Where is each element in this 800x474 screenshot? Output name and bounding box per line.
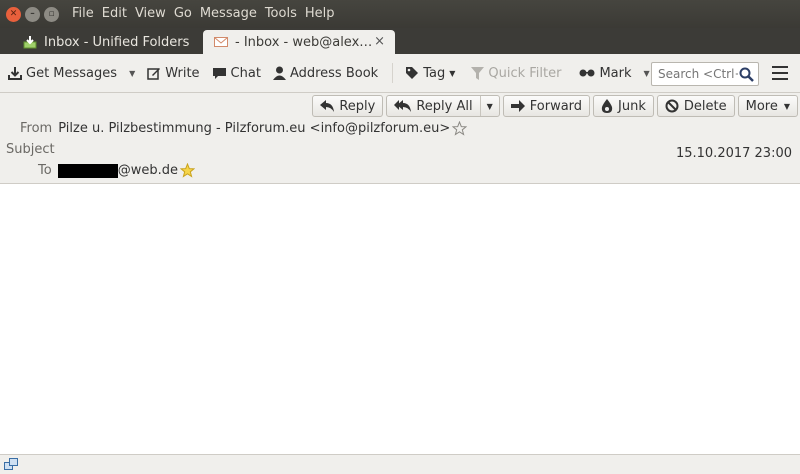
reply-all-arrow-icon <box>394 100 412 112</box>
reply-button[interactable]: Reply <box>312 95 384 117</box>
tag-icon <box>405 66 419 80</box>
search-box[interactable] <box>651 62 759 86</box>
star-outline-icon[interactable] <box>452 121 468 136</box>
delete-button[interactable]: Delete <box>656 95 735 117</box>
search-icon[interactable] <box>739 67 754 86</box>
envelope-icon <box>213 35 229 49</box>
junk-button[interactable]: Junk <box>593 95 654 117</box>
window-close-button[interactable]: ✕ <box>6 6 21 22</box>
menu-edit[interactable]: Edit <box>98 0 131 28</box>
menu-file[interactable]: File <box>68 0 98 28</box>
toolbar-separator <box>392 63 394 83</box>
person-icon <box>272 66 286 80</box>
tab-label: Inbox - Unified Folders <box>44 34 190 50</box>
search-input[interactable] <box>658 67 738 81</box>
chevron-down-icon: ▼ <box>783 101 790 111</box>
forward-button[interactable]: Forward <box>502 95 591 117</box>
menu-go[interactable]: Go <box>170 0 196 28</box>
redacted-block <box>57 163 118 178</box>
chat-bubble-icon <box>212 67 227 80</box>
chevron-down-icon: ▼ <box>449 68 456 78</box>
tab-inbox-web[interactable]: - Inbox - web@alex… × <box>203 30 395 54</box>
menu-bar: File Edit View Go Message Tools Help <box>68 0 339 28</box>
get-messages-dropdown-icon[interactable]: ▼ <box>123 69 141 78</box>
to-label: To <box>38 163 52 178</box>
network-status-icon[interactable] <box>4 458 18 474</box>
flame-icon <box>601 99 613 113</box>
write-button[interactable]: Write <box>141 60 205 86</box>
address-book-button[interactable]: Address Book <box>267 60 384 86</box>
menu-view[interactable]: View <box>131 0 170 28</box>
tab-label: - Inbox - web@alex… <box>235 34 373 50</box>
menu-help[interactable]: Help <box>301 0 339 28</box>
window-minimize-button[interactable]: – <box>25 6 40 22</box>
message-actions: Reply Reply All ▼ Forward Junk Delete Mo… <box>312 95 798 117</box>
menu-message[interactable]: Message <box>196 0 261 28</box>
filter-icon <box>471 66 485 80</box>
tag-button[interactable]: Tag ▼ <box>395 60 461 86</box>
message-date: 15.10.2017 23:00 <box>675 146 792 161</box>
from-row: From Pilze u. Pilzbestimmung - Pilzforum… <box>20 121 468 136</box>
tab-unified-inbox[interactable]: Inbox - Unified Folders <box>8 30 200 54</box>
quick-filter-button[interactable]: Quick Filter <box>461 60 567 86</box>
mark-button[interactable]: Mark <box>567 60 637 86</box>
menu-tools[interactable]: Tools <box>261 0 301 28</box>
subject-row: Subject <box>6 142 55 157</box>
inbox-download-icon <box>22 35 38 49</box>
to-row: To @web.de <box>38 163 195 178</box>
reply-arrow-icon <box>320 100 335 112</box>
app-menu-icon[interactable] <box>772 66 788 80</box>
chat-button[interactable]: Chat <box>206 60 267 86</box>
prohibited-icon <box>665 99 679 113</box>
window-maximize-button[interactable]: ▫ <box>44 6 59 22</box>
message-body[interactable] <box>0 184 800 454</box>
more-button[interactable]: More ▼ <box>737 95 798 117</box>
from-address[interactable]: Pilze u. Pilzbestimmung - Pilzforum.eu <… <box>58 121 450 136</box>
window-controls: ✕ – ▫ <box>6 6 64 22</box>
star-filled-icon[interactable] <box>179 163 195 178</box>
from-label: From <box>20 121 53 136</box>
reply-all-dropdown-icon[interactable]: ▼ <box>479 96 499 116</box>
tab-close-icon[interactable]: × <box>374 34 385 49</box>
main-toolbar: Get Messages ▼ Write Chat Address Book T… <box>0 54 800 93</box>
status-bar <box>0 454 800 474</box>
get-messages-button[interactable]: Get Messages <box>0 60 123 86</box>
glasses-icon <box>579 68 595 78</box>
to-address[interactable]: @web.de <box>118 163 178 178</box>
download-icon <box>8 66 22 80</box>
tab-bar: Inbox - Unified Folders - Inbox - web@al… <box>0 28 800 54</box>
pencil-icon <box>147 66 161 80</box>
forward-arrow-icon <box>510 100 525 112</box>
subject-label: Subject <box>6 142 55 157</box>
message-header: Reply Reply All ▼ Forward Junk Delete Mo… <box>0 93 800 184</box>
title-bar: ✕ – ▫ File Edit View Go Message Tools He… <box>0 0 800 28</box>
reply-all-button[interactable]: Reply All ▼ <box>386 95 500 117</box>
